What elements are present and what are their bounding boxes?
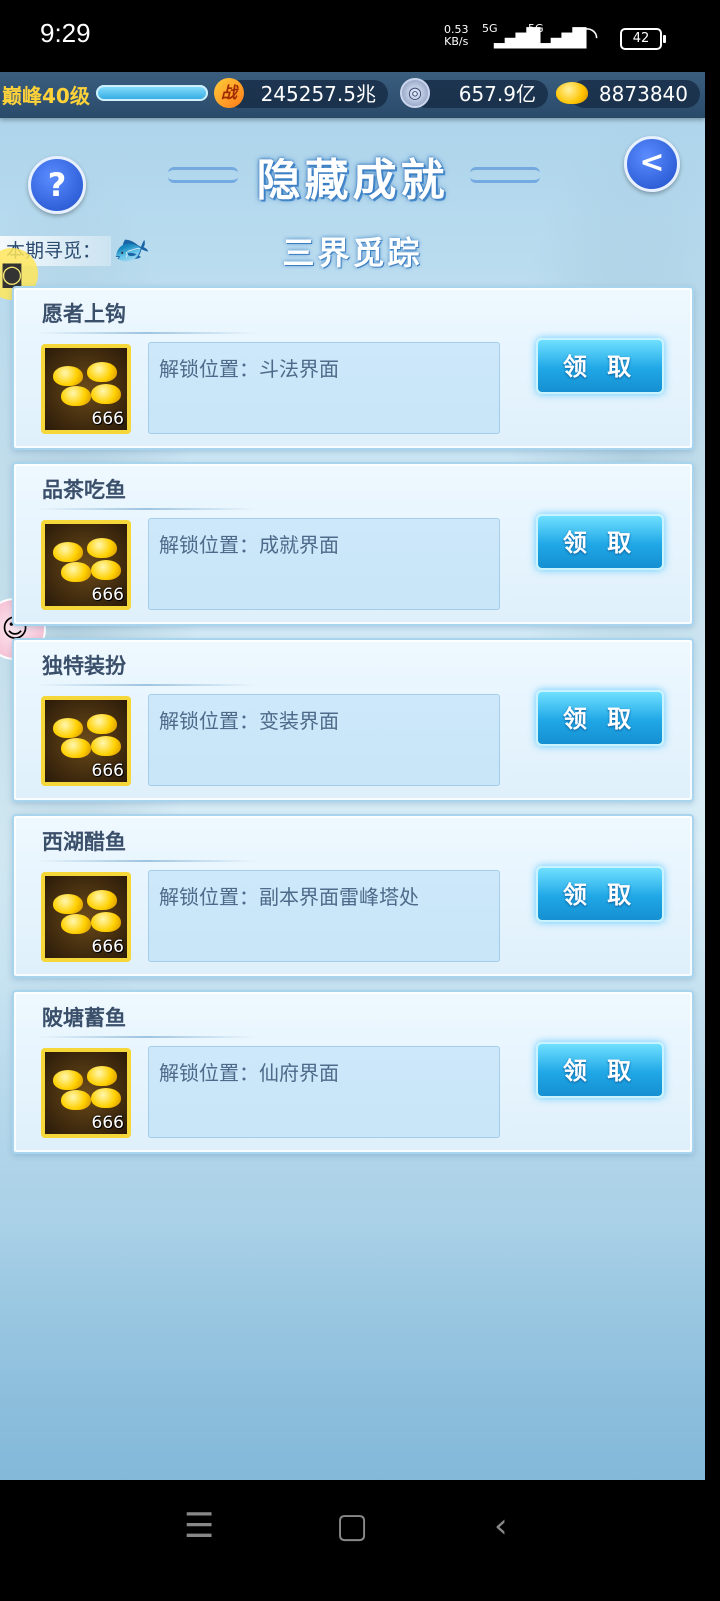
gold-ingot-icon: [91, 912, 121, 932]
reward-item[interactable]: 666: [41, 1048, 131, 1138]
divider: [36, 860, 256, 862]
achievement-card: 独特装扮 666 解锁位置：变装界面 领 取: [12, 638, 694, 802]
reward-count: 666: [91, 585, 124, 605]
reward-item[interactable]: 666: [41, 872, 131, 962]
wifi-icon: ◠: [576, 22, 599, 52]
gold-ingot-icon: [53, 542, 83, 562]
xp-progress-bar: [96, 85, 208, 101]
divider: [36, 1036, 256, 1038]
reward-item[interactable]: 666: [41, 344, 131, 434]
achievement-name: 愿者上钩: [42, 302, 126, 326]
player-level: 巅峰40级: [2, 84, 90, 108]
gold-ingot-icon: [53, 1070, 83, 1090]
page-subtitle: 三界觅踪: [282, 234, 423, 272]
unlock-location-box: 解锁位置：成就界面: [148, 518, 500, 610]
back-button[interactable]: <: [624, 136, 680, 192]
gold-ingot-icon: [53, 366, 83, 386]
reward-count: 666: [91, 937, 124, 957]
gold-ingot-icon: [91, 384, 121, 404]
gold-ingot-icon: [61, 738, 91, 758]
gold-ingot-icon: [87, 714, 117, 734]
gold-ingot-icon: [87, 362, 117, 382]
gold-ingot-icon: [53, 894, 83, 914]
claim-button[interactable]: 领 取: [536, 866, 664, 922]
power-icon: 战: [214, 78, 244, 108]
achievement-card: 愿者上钩 666 解锁位置：斗法界面 领 取: [12, 286, 694, 450]
power-value: 245257.5兆: [226, 80, 388, 108]
reward-item[interactable]: 666: [41, 696, 131, 786]
gold-ingot-icon: [53, 718, 83, 738]
reward-count: 666: [91, 761, 124, 781]
unlock-location-box: 解锁位置：斗法界面: [148, 342, 500, 434]
unlock-location-text: 解锁位置：斗法界面: [159, 357, 339, 381]
system-nav-bar: ☰ ▢ ‹: [0, 1480, 705, 1601]
achievement-card: 品茶吃鱼 666 解锁位置：成就界面 领 取: [12, 462, 694, 626]
divider: [36, 332, 256, 334]
divider: [36, 508, 256, 510]
gold-ingot-icon: [87, 538, 117, 558]
claim-button[interactable]: 领 取: [536, 514, 664, 570]
gold-ingot-icon: [87, 890, 117, 910]
unlock-location-text: 解锁位置：副本界面雷峰塔处: [159, 885, 419, 909]
unlock-location-text: 解锁位置：成就界面: [159, 533, 339, 557]
home-icon[interactable]: ▢: [336, 1506, 368, 1546]
unlock-location-box: 解锁位置：副本界面雷峰塔处: [148, 870, 500, 962]
status-bar: 9:29 0.53 KB/s 5G ▂▄▆█ 5G ▂▄▆█ ◠ 42: [0, 0, 705, 72]
achievement-name: 西湖醋鱼: [42, 830, 126, 854]
gold-ingot-icon: [91, 560, 121, 580]
achievement-card: 陂塘蓄鱼 666 解锁位置：仙府界面 领 取: [12, 990, 694, 1154]
achievement-card: 西湖醋鱼 666 解锁位置：副本界面雷峰塔处 领 取: [12, 814, 694, 978]
gold-ingot-icon: [91, 736, 121, 756]
menu-icon[interactable]: ☰: [184, 1506, 214, 1546]
unlock-location-text: 解锁位置：变装界面: [159, 709, 339, 733]
gold-value: 8873840: [570, 80, 700, 108]
reward-count: 666: [91, 409, 124, 429]
reward-count: 666: [91, 1113, 124, 1133]
battery-icon: 42: [620, 28, 666, 50]
achievement-name: 陂塘蓄鱼: [42, 1006, 126, 1030]
claim-button[interactable]: 领 取: [536, 1042, 664, 1098]
net-speed-unit: KB/s: [444, 35, 469, 48]
unlock-location-text: 解锁位置：仙府界面: [159, 1061, 339, 1085]
gold-ingot-icon: [556, 82, 588, 104]
clock: 9:29: [40, 18, 91, 48]
resource-bar: 巅峰40级 245257.5兆 战 657.9亿 ◎ 8873840: [0, 72, 705, 118]
gold-ingot-icon: [61, 562, 91, 582]
claim-button[interactable]: 领 取: [536, 690, 664, 746]
net-speed: 0.53 KB/s: [444, 24, 469, 48]
achievement-name: 品茶吃鱼: [42, 478, 126, 502]
game-screen: 巅峰40级 245257.5兆 战 657.9亿 ◎ 8873840 ? 隐藏成…: [0, 72, 705, 1480]
divider: [36, 684, 256, 686]
claim-button[interactable]: 领 取: [536, 338, 664, 394]
background-water: [0, 1222, 705, 1480]
unlock-location-box: 解锁位置：变装界面: [148, 694, 500, 786]
reward-item[interactable]: 666: [41, 520, 131, 610]
gold-ingot-icon: [91, 1088, 121, 1108]
unlock-location-box: 解锁位置：仙府界面: [148, 1046, 500, 1138]
back-icon[interactable]: ‹: [494, 1506, 508, 1546]
gold-ingot-icon: [61, 914, 91, 934]
page-title: 隐藏成就: [256, 155, 449, 206]
gold-ingot-icon: [87, 1066, 117, 1086]
coin-value: 657.9亿: [412, 80, 548, 108]
gold-ingot-icon: [61, 386, 91, 406]
back-arrow-icon: <: [639, 145, 665, 180]
coin-icon: ◎: [400, 78, 430, 108]
achievement-name: 独特装扮: [42, 654, 126, 678]
gold-ingot-icon: [61, 1090, 91, 1110]
